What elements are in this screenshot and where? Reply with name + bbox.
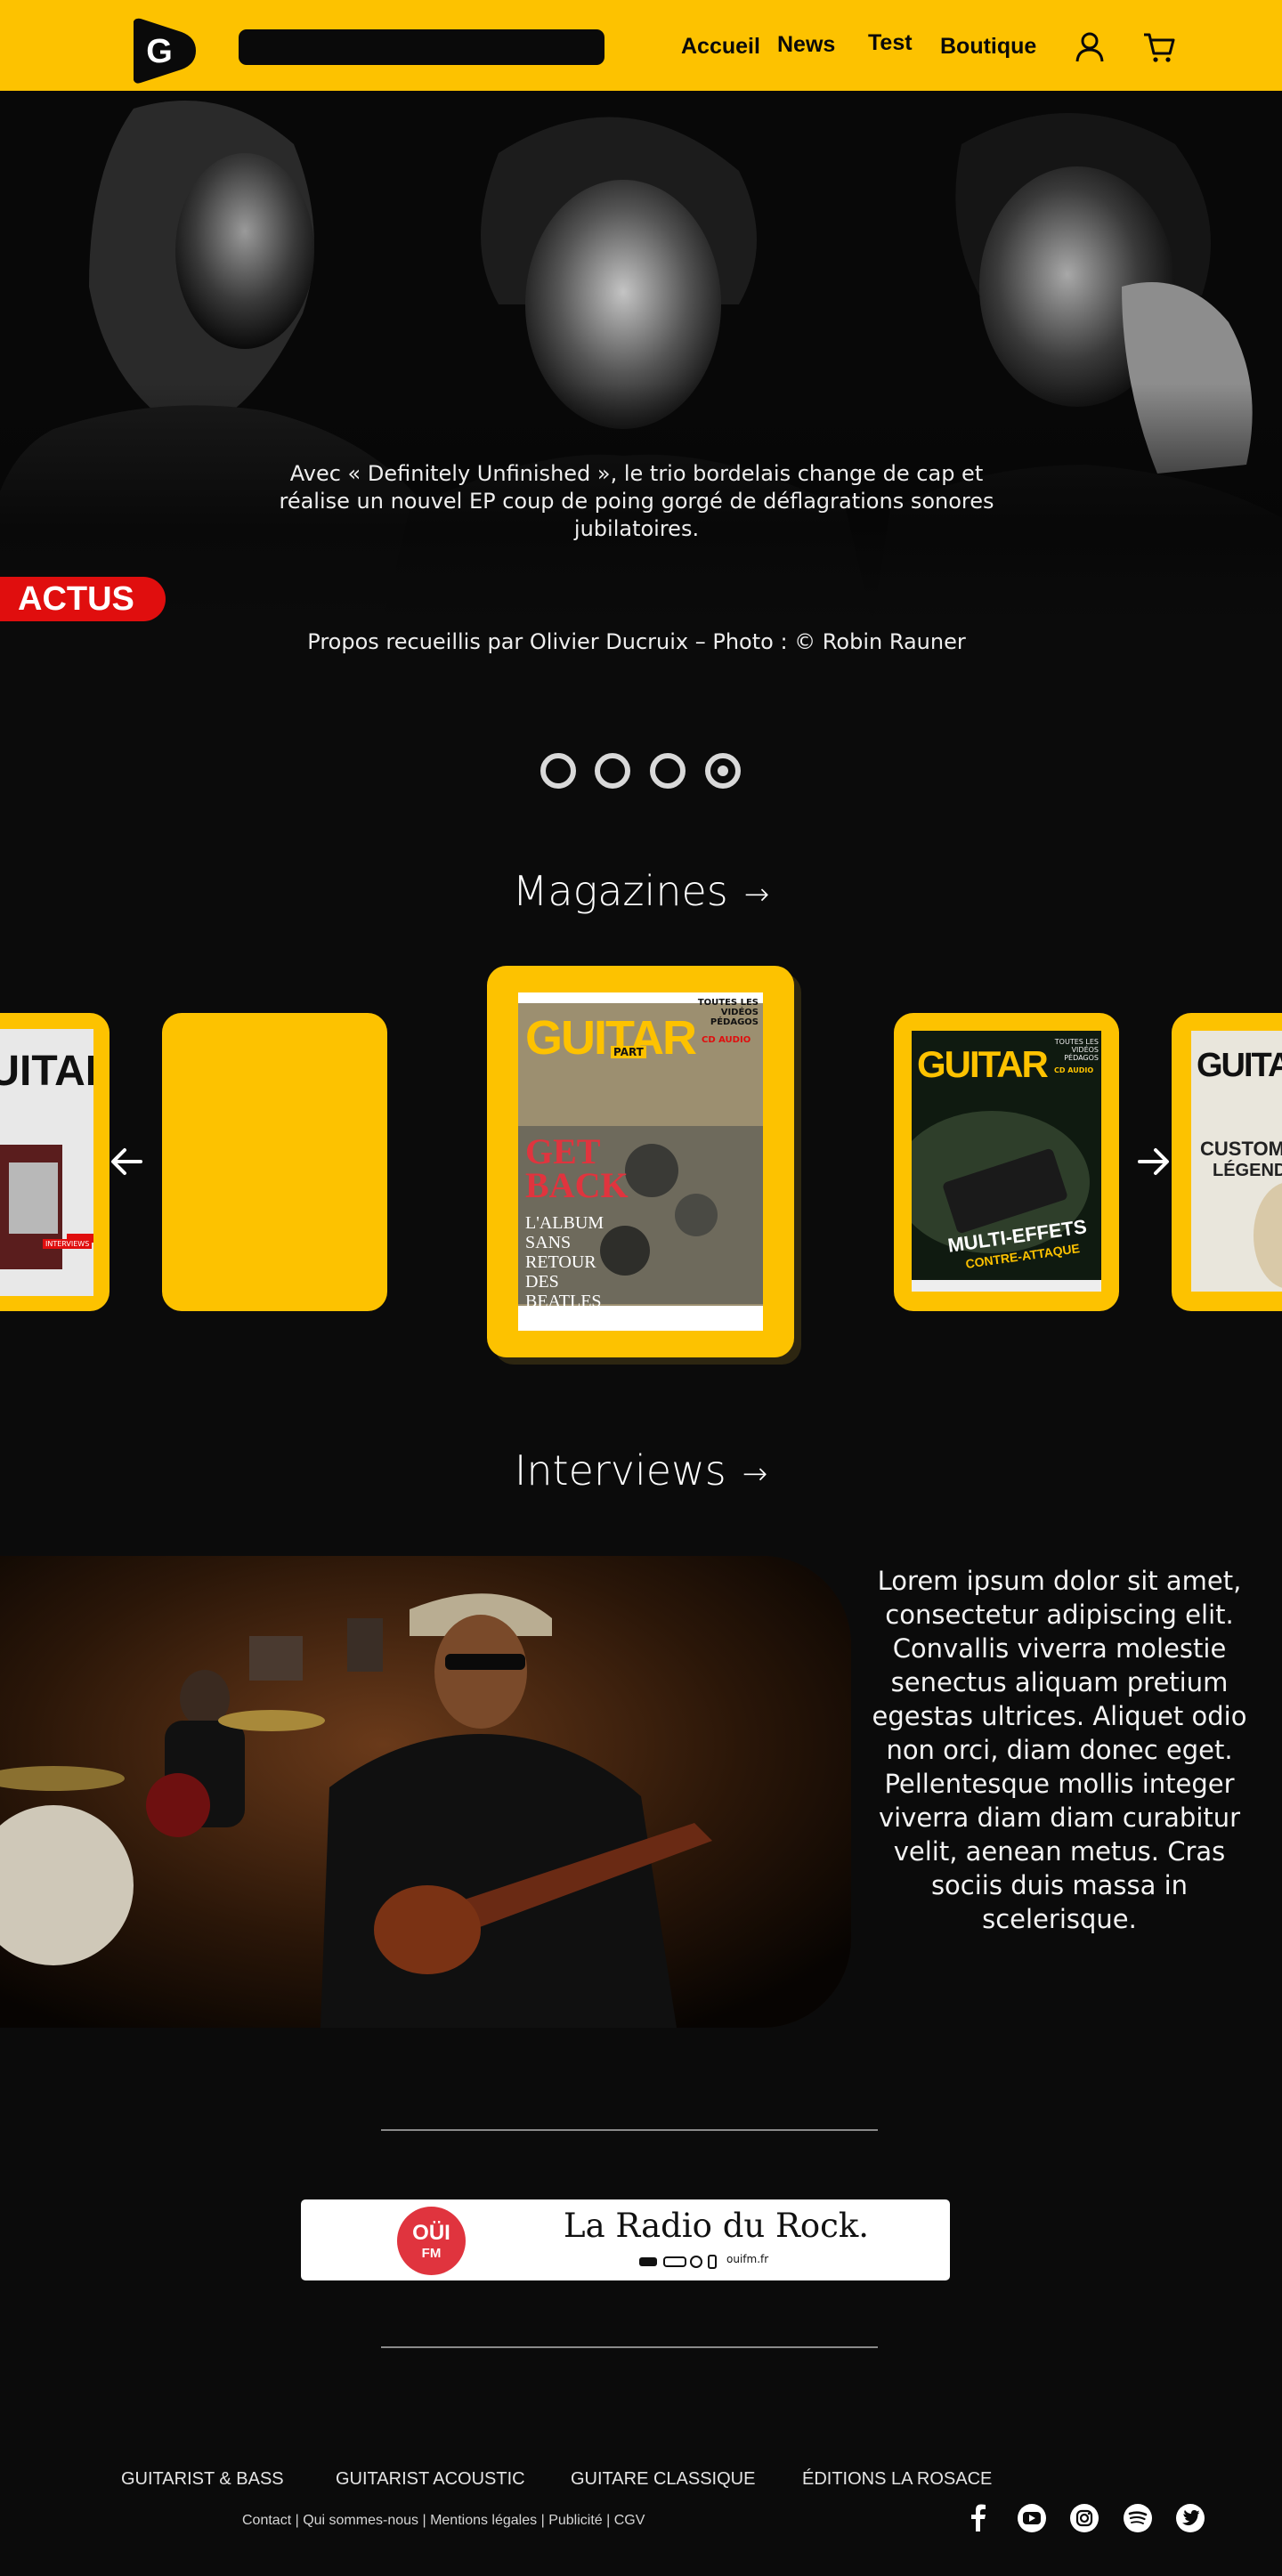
footer-link-legal[interactable]: Mentions légales (430, 2513, 537, 2528)
cover-extra: TOUTES LES VIDÉOS PÉDAGOS (697, 998, 759, 1027)
cover-sub: PART (611, 1046, 646, 1058)
cover-headline: GET BACK (525, 1131, 629, 1205)
magazine-cover: TOUTES LES VIDÉOS PÉDAGOS GUITAR PART CD… (518, 992, 763, 1331)
radio-logo: OÜI FM (397, 2207, 466, 2275)
magazine-card-placeholder[interactable] (162, 1013, 387, 1311)
twitter-icon[interactable] (1175, 2503, 1205, 2533)
footer-link-ads[interactable]: Publicité (548, 2513, 602, 2528)
nav-accueil[interactable]: Accueil (681, 34, 760, 60)
spotify-icon[interactable] (1123, 2503, 1153, 2533)
slider-dot-2[interactable] (595, 753, 630, 789)
cover-brand: GUITAR (917, 1043, 1049, 1085)
magazines-title-text: Magazines (512, 867, 728, 915)
arrow-right-icon[interactable] (1131, 1139, 1175, 1184)
divider-top (381, 2129, 878, 2131)
nav-test[interactable]: Test (868, 30, 913, 56)
cover-brand: GUITA (1197, 1047, 1282, 1084)
hero-credit: Propos recueillis par Olivier Ducruix – … (307, 629, 966, 654)
radio-url: ouifm.fr (726, 2253, 769, 2265)
cart-icon[interactable] (1142, 30, 1176, 64)
facebook-icon[interactable] (963, 2503, 994, 2533)
interviews-title-text: Interviews (514, 1446, 726, 1495)
slider-dot-3[interactable] (650, 753, 686, 789)
radio-platform-icons (639, 2255, 717, 2269)
footer-separator: | (537, 2513, 549, 2528)
logo-letter: G (146, 33, 173, 70)
search-input[interactable] (239, 29, 604, 65)
slider-dot-1[interactable] (540, 753, 576, 789)
logo-icon[interactable]: G (130, 16, 198, 85)
footer-link-about[interactable]: Qui sommes-nous (303, 2513, 418, 2528)
magazine-cover: GUITA CUSTOM LÉGENDES (1191, 1031, 1282, 1292)
footer-separator: | (291, 2513, 304, 2528)
youtube-icon[interactable] (1017, 2503, 1047, 2533)
footer-link-guitarist-acoustic[interactable]: GUITARIST ACOUSTIC (336, 2469, 525, 2490)
radio-logo-top: OÜI (412, 2221, 450, 2245)
radio-ad-banner[interactable]: OÜI FM La Radio du Rock. ouifm.fr (301, 2199, 950, 2280)
cover-headline: CUSTOM (1200, 1138, 1282, 1160)
radio-logo-bottom: FM (421, 2246, 442, 2261)
radio-tagline: La Radio du Rock. (564, 2207, 870, 2245)
footer-legal-links: Contact | Qui sommes-nous | Mentions lég… (242, 2513, 645, 2529)
cover-badge: CD AUDIO (702, 1035, 751, 1045)
arrow-left-icon[interactable] (105, 1139, 150, 1184)
instagram-icon[interactable] (1069, 2503, 1099, 2533)
footer-separator: | (602, 2513, 614, 2528)
magazine-cover: GUITAR INTERVIEWS (0, 1029, 93, 1296)
cover-badge: CD AUDIO (1054, 1066, 1094, 1074)
interview-text: Lorem ipsum dolor sit amet, consectetur … (872, 1566, 1247, 1934)
magazine-card[interactable]: GUITA CUSTOM LÉGENDES (1172, 1013, 1282, 1311)
cover-tag: L'ALBUM SANS RETOUR DES BEATLES (525, 1213, 604, 1311)
slider-dots (0, 753, 1282, 789)
interviews-title[interactable]: Interviews → (0, 1446, 1282, 1495)
interview-image (0, 1556, 851, 2028)
actus-badge[interactable]: ACTUS (0, 577, 166, 621)
magazine-cover: TOUTES LES VIDÉOS PÉDAGOS GUITAR CD AUDI… (912, 1031, 1101, 1292)
arrow-right-icon: → (743, 876, 770, 912)
cover-brand: GUITAR (0, 1048, 93, 1095)
footer-link-editions-la-rosace[interactable]: ÉDITIONS LA ROSACE (802, 2469, 992, 2490)
magazine-card-featured[interactable]: TOUTES LES VIDÉOS PÉDAGOS GUITAR PART CD… (487, 966, 794, 1357)
footer-link-cgv[interactable]: CGV (614, 2513, 645, 2528)
footer-link-guitarist-bass[interactable]: GUITARIST & BASS (121, 2469, 284, 2490)
nav-news[interactable]: News (777, 32, 835, 58)
nav-boutique[interactable]: Boutique (940, 34, 1036, 60)
site-header: G Accueil News Test Boutique (0, 0, 1282, 91)
arrow-right-icon: → (742, 1455, 768, 1492)
cover-tag: LÉGENDES (1213, 1161, 1282, 1180)
slider-dot-4[interactable] (705, 753, 741, 789)
user-icon[interactable] (1073, 30, 1107, 64)
interview-photo[interactable] (0, 1556, 851, 2028)
hero-slider[interactable] (0, 91, 1282, 623)
divider-bottom (381, 2346, 878, 2348)
magazine-card[interactable]: GUITAR INTERVIEWS (0, 1013, 110, 1311)
hero-caption: Avec « Definitely Unfinished », le trio … (279, 461, 994, 541)
cover-extra: TOUTES LES VIDÉOS PÉDAGOS (1054, 1038, 1099, 1062)
footer-link-contact[interactable]: Contact (242, 2513, 291, 2528)
hero-fade (0, 91, 1282, 623)
footer-separator: | (418, 2513, 431, 2528)
magazine-card[interactable]: TOUTES LES VIDÉOS PÉDAGOS GUITAR CD AUDI… (894, 1013, 1119, 1311)
footer-link-guitare-classique[interactable]: GUITARE CLASSIQUE (571, 2469, 755, 2490)
magazines-title[interactable]: Magazines → (0, 867, 1282, 915)
cover-tag: INTERVIEWS (43, 1239, 93, 1249)
